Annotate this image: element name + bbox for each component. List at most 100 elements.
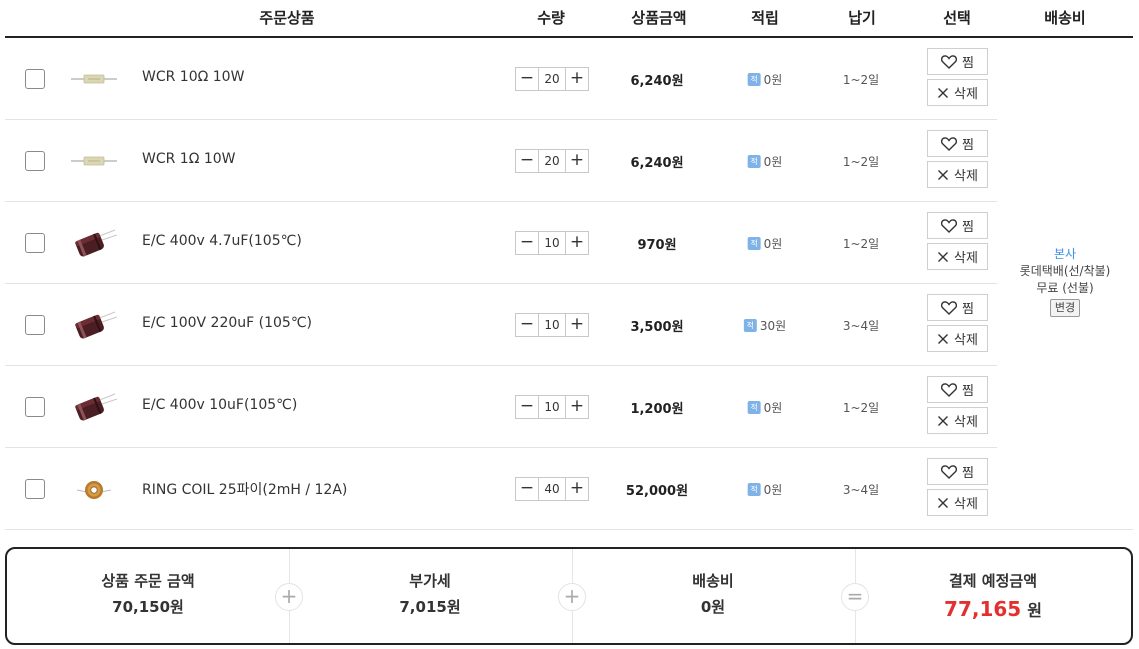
wishlist-button[interactable]: 찜: [927, 212, 988, 239]
wishlist-button[interactable]: 찜: [927, 376, 988, 403]
cart-item-row: WCR 1Ω 10W −20 +6,240원 적 0원 1~2일 찜 삭제: [5, 120, 997, 202]
product-name[interactable]: RING COIL 25파이(2mH / 12A): [142, 479, 347, 499]
reward-point: 적 30원: [743, 317, 787, 334]
quantity-value[interactable]: 10: [538, 396, 566, 418]
delete-button[interactable]: 삭제: [927, 243, 988, 270]
quantity-stepper: −10 +: [515, 395, 589, 419]
heart-icon: [941, 300, 958, 315]
reward-point: 적 0원: [747, 481, 783, 498]
delivery-time: 1~2일: [842, 73, 880, 87]
wishlist-button[interactable]: 찜: [927, 294, 988, 321]
delivery-time: 3~4일: [842, 483, 880, 497]
summary-order-amount: 상품 주문 금액 70,150원: [7, 549, 289, 643]
delete-label: 삭제: [954, 87, 978, 102]
point-value: 0원: [763, 483, 783, 497]
cart-item-row: WCR 10Ω 10W −20 +6,240원 적 0원 1~2일 찜 삭제: [5, 38, 997, 120]
close-icon: [937, 87, 949, 99]
wishlist-label: 찜: [962, 138, 974, 153]
product-name[interactable]: E/C 100V 220uF (105℃): [142, 315, 312, 331]
plus-icon[interactable]: +: [566, 478, 588, 500]
header-product: 주문상품: [259, 9, 315, 27]
item-checkbox[interactable]: [25, 479, 45, 499]
delete-button[interactable]: 삭제: [927, 489, 988, 516]
reward-point: 적 0원: [747, 399, 782, 416]
summary-total: 결제 예정금액 77,165 원: [855, 549, 1131, 643]
summary-total-label: 결제 예정금액: [948, 572, 1038, 590]
point-badge-icon: 적: [747, 237, 761, 250]
header-point: 적립: [751, 9, 779, 27]
item-checkbox[interactable]: [25, 397, 45, 417]
wishlist-label: 찜: [962, 56, 974, 71]
header-select: 선택: [943, 9, 971, 27]
wishlist-button[interactable]: 찜: [927, 48, 988, 75]
cart-table-header: 주문상품 수량 상품금액 적립 납기 선택 배송비: [5, 0, 1133, 38]
summary-order-label: 상품 주문 금액: [101, 572, 195, 590]
delete-button[interactable]: 삭제: [927, 161, 988, 188]
product-thumbnail: [67, 306, 121, 344]
product-name[interactable]: E/C 400v 4.7uF(105℃): [142, 233, 302, 249]
quantity-stepper: −10 +: [515, 231, 589, 255]
product-price: 6,240원: [630, 74, 684, 89]
delete-label: 삭제: [954, 333, 978, 348]
point-badge-icon: 적: [747, 401, 761, 414]
minus-icon[interactable]: −: [516, 68, 538, 90]
quantity-value[interactable]: 40: [538, 478, 566, 500]
item-checkbox[interactable]: [25, 315, 45, 335]
quantity-stepper: −20 +: [515, 67, 589, 91]
heart-icon: [941, 54, 958, 69]
header-shipping: 배송비: [1044, 9, 1086, 27]
summary-order-value: 70,150원: [112, 598, 184, 616]
wishlist-label: 찜: [962, 466, 974, 481]
heart-icon: [941, 464, 958, 479]
plus-icon[interactable]: +: [566, 396, 588, 418]
wishlist-label: 찜: [962, 302, 974, 317]
summary-total-value: 77,165 원: [855, 597, 1131, 621]
quantity-value[interactable]: 10: [538, 314, 566, 336]
product-price: 3,500원: [630, 320, 684, 335]
quantity-stepper: −40 +: [515, 477, 589, 501]
cart-item-row: E/C 100V 220uF (105℃) −10 +3,500원 적 30원 3~4일 찜…: [5, 284, 997, 366]
heart-icon: [941, 136, 958, 151]
plus-icon[interactable]: +: [566, 150, 588, 172]
plus-icon[interactable]: +: [566, 232, 588, 254]
item-checkbox[interactable]: [25, 233, 45, 253]
item-checkbox[interactable]: [25, 151, 45, 171]
plus-icon[interactable]: +: [566, 68, 588, 90]
shipping-method: 롯데택배(선/착불): [1019, 264, 1111, 278]
item-checkbox[interactable]: [25, 69, 45, 89]
wishlist-button[interactable]: 찜: [927, 130, 988, 157]
close-icon: [937, 415, 949, 427]
cart-item-row: E/C 400v 10uF(105℃) −10 +1,200원 적 0원 1~2일 찜 삭제: [5, 366, 997, 448]
minus-icon[interactable]: −: [516, 478, 538, 500]
minus-icon[interactable]: −: [516, 232, 538, 254]
summary-total-amount: 77,165: [944, 597, 1022, 621]
cart-item-row: RING COIL 25파이(2mH / 12A) −40 +52,000원 적 0원 3…: [5, 448, 997, 530]
shipping-cell: 본사 롯데택배(선/착불) 무료 (선불) 변경: [997, 38, 1133, 530]
reward-point: 적 0원: [747, 153, 782, 170]
point-value: 0원: [763, 73, 783, 87]
minus-icon[interactable]: −: [516, 396, 538, 418]
plus-icon[interactable]: +: [566, 314, 588, 336]
quantity-value[interactable]: 10: [538, 232, 566, 254]
delete-button[interactable]: 삭제: [927, 407, 988, 434]
delete-label: 삭제: [954, 497, 978, 512]
heart-icon: [941, 218, 958, 233]
point-value: 30원: [759, 319, 787, 333]
delete-button[interactable]: 삭제: [927, 325, 988, 352]
quantity-stepper: −20 +: [515, 149, 589, 173]
quantity-value[interactable]: 20: [538, 150, 566, 172]
product-name[interactable]: E/C 400v 10uF(105℃): [142, 397, 297, 413]
delete-button[interactable]: 삭제: [927, 79, 988, 106]
delivery-time: 1~2일: [842, 237, 880, 251]
product-thumbnail: [67, 224, 121, 262]
reward-point: 적 0원: [747, 235, 783, 252]
shipping-change-button[interactable]: 변경: [1049, 299, 1081, 317]
wishlist-button[interactable]: 찜: [927, 458, 988, 485]
point-value: 0원: [763, 237, 783, 251]
minus-icon[interactable]: −: [516, 150, 538, 172]
quantity-value[interactable]: 20: [538, 68, 566, 90]
product-name[interactable]: WCR 10Ω 10W: [142, 69, 244, 85]
minus-icon[interactable]: −: [516, 314, 538, 336]
product-name[interactable]: WCR 1Ω 10W: [142, 151, 236, 167]
reward-point: 적 0원: [747, 71, 783, 88]
